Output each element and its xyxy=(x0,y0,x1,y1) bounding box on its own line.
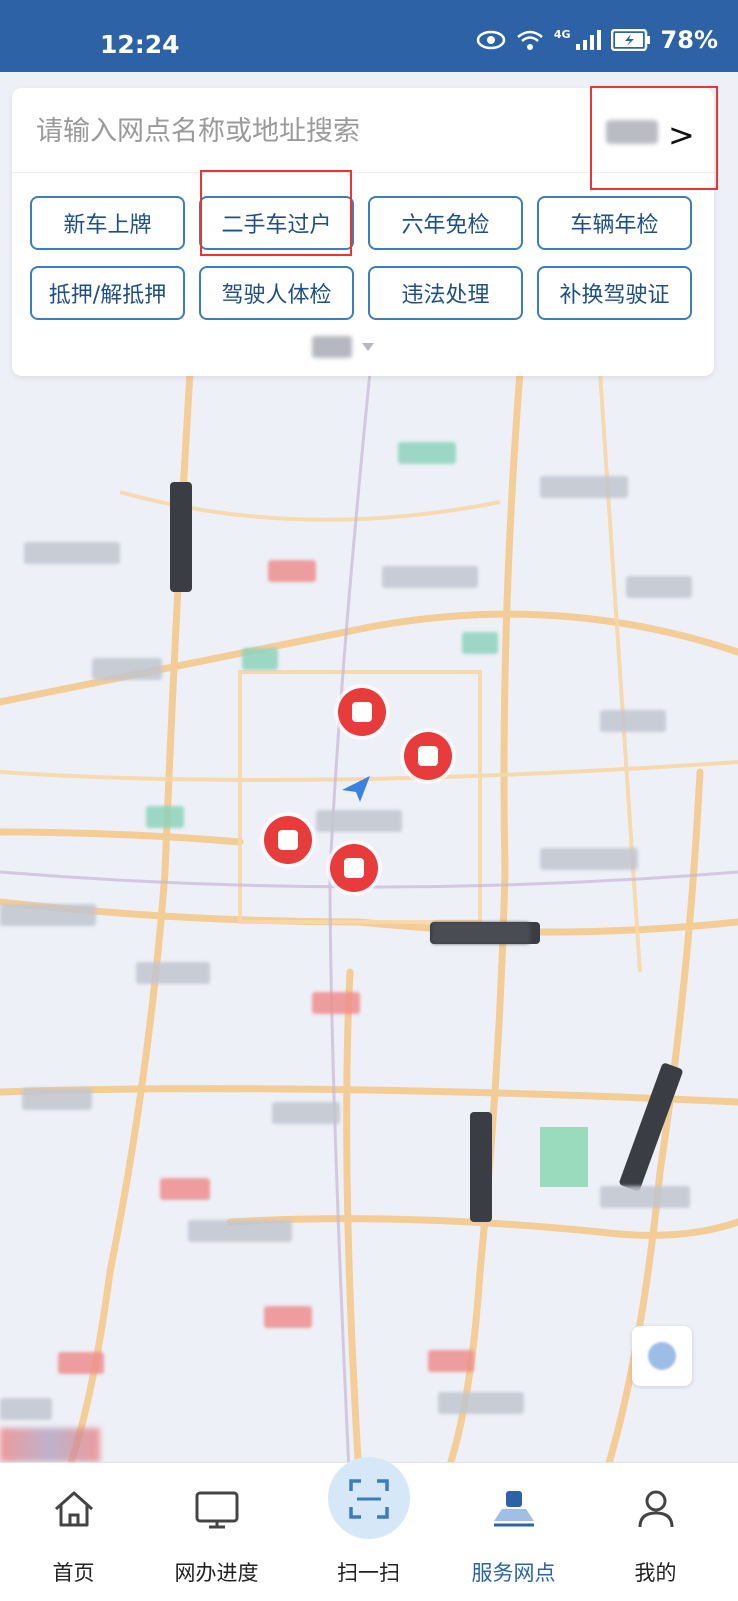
map-label xyxy=(268,560,316,582)
map-label xyxy=(0,904,96,926)
map-label xyxy=(160,1178,210,1200)
map-label xyxy=(462,632,498,654)
map-label xyxy=(428,1350,474,1372)
tab-label: 服务网点 xyxy=(471,1561,556,1585)
tab-label: 网办进度 xyxy=(174,1561,259,1585)
more-toggle[interactable] xyxy=(312,336,374,358)
highlight-box-used-car-transfer xyxy=(200,170,352,256)
service-button-mortgage[interactable]: 抵押/解抵押 xyxy=(30,266,185,320)
map-label xyxy=(438,1392,524,1414)
user-icon xyxy=(638,1490,673,1528)
service-outlet-marker[interactable] xyxy=(338,688,386,736)
chevron-down-icon xyxy=(362,343,374,351)
service-outlet-marker[interactable] xyxy=(404,732,452,780)
status-bar: 12:24 4G 78% xyxy=(0,0,738,72)
tab-service-outlets[interactable]: 服务网点 xyxy=(440,1463,587,1601)
map-outlet-icon xyxy=(493,1491,534,1527)
service-button-driver-physical[interactable]: 驾驶人体检 xyxy=(199,266,354,320)
map-label xyxy=(22,1088,92,1110)
highlight-box-city-selector xyxy=(590,86,718,190)
map-label xyxy=(398,442,456,464)
map-label xyxy=(316,810,402,832)
tab-scan[interactable]: 扫一扫 xyxy=(295,1457,442,1601)
map-label xyxy=(312,992,360,1014)
service-button-violation[interactable]: 违法处理 xyxy=(368,266,523,320)
map-label xyxy=(272,1102,340,1124)
tab-label: 首页 xyxy=(52,1561,95,1585)
map-label xyxy=(136,962,210,984)
service-outlet-marker[interactable] xyxy=(330,844,378,892)
more-label xyxy=(312,336,352,358)
map-label xyxy=(242,648,278,670)
service-button-new-car[interactable]: 新车上牌 xyxy=(30,196,185,250)
tab-label: 我的 xyxy=(634,1561,677,1585)
map-label xyxy=(600,1186,690,1208)
map-label xyxy=(0,1398,52,1420)
battery-percent: 78% xyxy=(660,26,718,54)
map-label xyxy=(58,1352,104,1374)
map-label xyxy=(24,542,120,564)
network-type: 4G xyxy=(553,27,571,41)
tab-mine[interactable]: 我的 xyxy=(582,1463,729,1601)
map-label xyxy=(540,848,638,870)
service-outlet-marker[interactable] xyxy=(264,816,312,864)
search-input[interactable] xyxy=(34,110,578,152)
map-label xyxy=(540,476,628,498)
map-label xyxy=(264,1306,312,1328)
map-label xyxy=(600,710,666,732)
wifi-icon xyxy=(517,30,543,50)
eye-icon xyxy=(476,30,506,50)
service-button-license-replace[interactable]: 补换驾驶证 xyxy=(537,266,692,320)
service-button-annual-inspection[interactable]: 车辆年检 xyxy=(537,196,692,250)
map-label xyxy=(92,658,162,680)
map-label xyxy=(626,576,692,598)
tab-label: 扫一扫 xyxy=(337,1561,400,1585)
signal-icon xyxy=(575,30,601,50)
monitor-icon xyxy=(195,1491,238,1529)
tab-progress[interactable]: 网办进度 xyxy=(143,1463,290,1601)
current-location-icon xyxy=(342,776,370,802)
map-label xyxy=(188,1220,292,1242)
status-icons: 4G 78% xyxy=(476,26,718,54)
battery-icon xyxy=(610,29,650,51)
map-logo xyxy=(0,1428,100,1462)
map-label xyxy=(432,922,530,944)
map-label xyxy=(382,566,478,588)
bottom-tab-bar: 首页 网办进度 扫一扫 服务网点 我的 xyxy=(0,1457,738,1601)
scan-icon xyxy=(348,1479,389,1519)
status-time: 12:24 xyxy=(100,30,180,59)
locate-button[interactable] xyxy=(632,1326,692,1386)
tab-home[interactable]: 首页 xyxy=(0,1463,147,1601)
locate-icon xyxy=(648,1342,676,1370)
service-button-six-year-exempt[interactable]: 六年免检 xyxy=(368,196,523,250)
map-label xyxy=(146,806,184,828)
home-icon xyxy=(54,1491,93,1527)
